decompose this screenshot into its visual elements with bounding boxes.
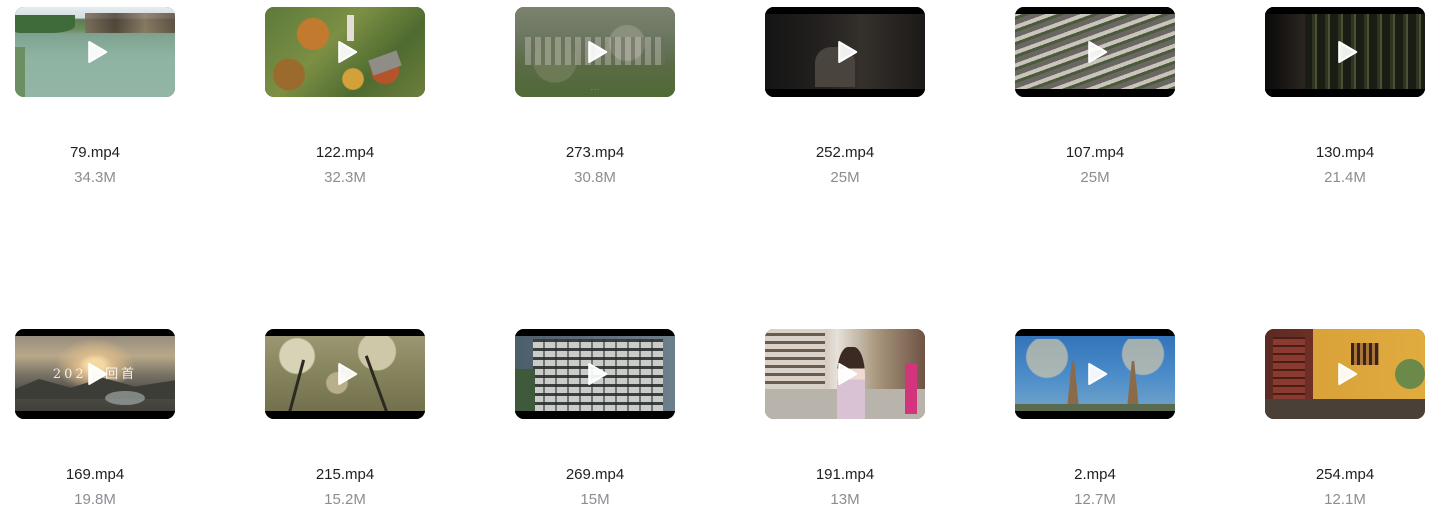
video-filename[interactable]: 122.mp4 [265, 144, 425, 161]
video-card[interactable]: · · · 273.mp4 30.8M [515, 7, 675, 197]
video-thumbnail[interactable]: · · · [515, 7, 675, 97]
video-filesize: 15.2M [324, 491, 366, 508]
video-filesize: 12.1M [1324, 491, 1366, 508]
video-thumbnail[interactable] [265, 7, 425, 97]
video-card[interactable]: 2.mp4 12.7M [1015, 329, 1175, 519]
video-filename[interactable]: 273.mp4 [515, 144, 675, 161]
video-filesize: 12.7M [1074, 491, 1116, 508]
play-icon[interactable] [336, 41, 358, 63]
video-caption: · · · [591, 87, 599, 93]
video-thumbnail[interactable] [765, 329, 925, 419]
video-card[interactable]: 122.mp4 32.3M [265, 7, 425, 197]
video-thumbnail[interactable] [765, 7, 925, 97]
video-filesize: 19.8M [74, 491, 116, 508]
video-thumbnail[interactable] [1015, 329, 1175, 419]
video-filesize: 30.8M [574, 169, 616, 186]
play-icon[interactable] [836, 363, 858, 385]
video-filesize: 32.3M [324, 169, 366, 186]
video-thumbnail[interactable] [1265, 329, 1425, 419]
video-card[interactable]: 215.mp4 15.2M [265, 329, 425, 519]
video-filename[interactable]: 169.mp4 [15, 466, 175, 483]
video-card[interactable]: 107.mp4 25M [1015, 7, 1175, 197]
video-card[interactable]: 2021 回首 169.mp4 19.8M [15, 329, 175, 519]
video-thumbnail[interactable] [515, 329, 675, 419]
video-filename[interactable]: 2.mp4 [1015, 466, 1175, 483]
video-filename[interactable]: 79.mp4 [15, 144, 175, 161]
play-icon[interactable] [586, 363, 608, 385]
video-filesize: 21.4M [1324, 169, 1366, 186]
video-filename[interactable]: 191.mp4 [765, 466, 925, 483]
video-filename[interactable]: 107.mp4 [1015, 144, 1175, 161]
video-filename[interactable]: 269.mp4 [515, 466, 675, 483]
play-icon[interactable] [1086, 363, 1108, 385]
video-filename[interactable]: 130.mp4 [1265, 144, 1425, 161]
video-filename[interactable]: 252.mp4 [765, 144, 925, 161]
play-icon[interactable] [1336, 41, 1358, 63]
play-icon[interactable] [336, 363, 358, 385]
video-thumbnail[interactable] [1265, 7, 1425, 97]
video-filesize: 34.3M [74, 169, 116, 186]
video-filename[interactable]: 254.mp4 [1265, 466, 1425, 483]
video-filesize: 13M [830, 491, 860, 508]
video-thumbnail[interactable]: 2021 回首 [15, 329, 175, 419]
play-icon[interactable] [86, 363, 108, 385]
video-card[interactable]: 79.mp4 34.3M [15, 7, 175, 197]
play-icon[interactable] [1086, 41, 1108, 63]
video-thumbnail[interactable] [265, 329, 425, 419]
video-grid: 79.mp4 34.3M 122.mp4 32.3M · · · 273.mp4… [0, 0, 1439, 519]
video-card[interactable]: 269.mp4 15M [515, 329, 675, 519]
video-thumbnail[interactable] [1015, 7, 1175, 97]
play-icon[interactable] [1336, 363, 1358, 385]
play-icon[interactable] [86, 41, 108, 63]
video-card[interactable]: 254.mp4 12.1M [1265, 329, 1425, 519]
video-filesize: 25M [1080, 169, 1110, 186]
video-card[interactable]: 252.mp4 25M [765, 7, 925, 197]
play-icon[interactable] [586, 41, 608, 63]
video-thumbnail[interactable] [15, 7, 175, 97]
play-icon[interactable] [836, 41, 858, 63]
video-card[interactable]: 130.mp4 21.4M [1265, 7, 1425, 197]
video-filesize: 15M [580, 491, 610, 508]
video-filesize: 25M [830, 169, 860, 186]
video-card[interactable]: 191.mp4 13M [765, 329, 925, 519]
video-filename[interactable]: 215.mp4 [265, 466, 425, 483]
